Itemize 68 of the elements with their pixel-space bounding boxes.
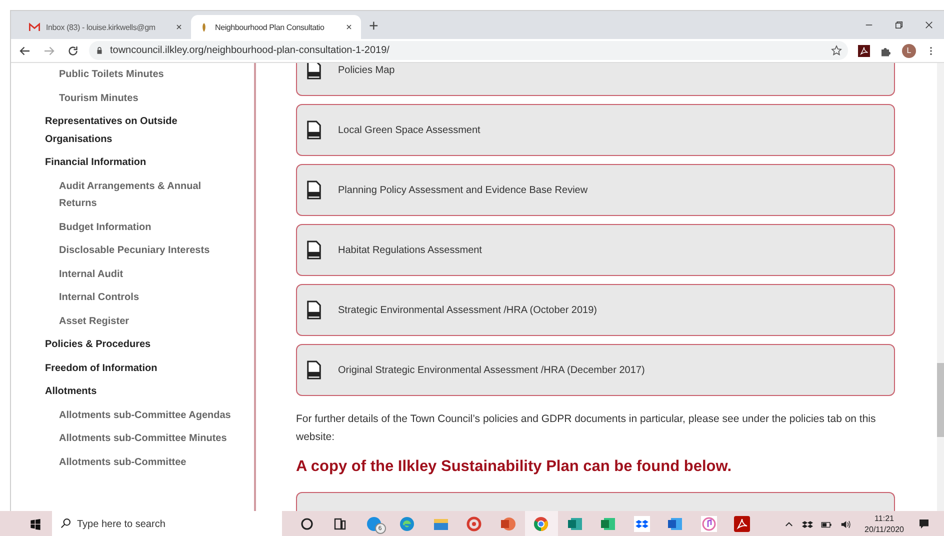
sidebar-link[interactable]: Disclosable Pecuniary Interests — [45, 239, 234, 262]
sidebar-link[interactable]: Asset Register — [45, 310, 234, 333]
close-icon — [924, 20, 934, 30]
pdf-file-icon — [306, 180, 322, 200]
sidebar-link[interactable]: Tourism Minutes — [45, 86, 234, 110]
pdf-file-icon — [306, 240, 322, 260]
slides-icon — [500, 516, 516, 532]
document-link[interactable]: Local Green Space Assessment — [296, 104, 895, 156]
publisher-icon — [566, 516, 583, 532]
browser-tab[interactable]: Neighbourhood Plan Consultatio — [191, 15, 361, 39]
sidebar-link[interactable]: Allotments sub-Committee Minutes — [45, 427, 234, 450]
sidebar-link[interactable]: Representatives on Outside Organisations — [45, 110, 234, 151]
spreadsheet-icon — [600, 516, 616, 532]
sidebar-link[interactable]: Internal Controls — [45, 286, 234, 310]
dropbox-icon — [634, 516, 650, 532]
document-link[interactable]: Strategic Environmental Assessment /HRA (October 2019) — [296, 284, 895, 336]
clock[interactable]: 11:21 20/11/2020 — [858, 513, 910, 535]
section-heading: A copy of the Ilkley Sustainability Plan can be found below. — [296, 458, 733, 476]
document-link[interactable]: Habitat Regulations Assessment — [296, 224, 895, 276]
profile-avatar[interactable]: L — [902, 44, 916, 58]
back-icon — [19, 44, 31, 56]
sidebar-link[interactable]: Audit Arrangements & Annual Returns — [45, 174, 234, 216]
lock-icon — [95, 46, 104, 55]
address-bar[interactable]: towncouncil.ilkley.org/neighbourhood-plan-consultation-1-2019/ — [89, 41, 848, 60]
document-link[interactable]: Original Strategic Environmental Assessment /HRA (December 2017) — [296, 344, 895, 396]
policies-note: For further details of the Town Council’s policies and GDPR documents in particular, please see under the policies tab on this website: — [296, 412, 876, 445]
forward-icon — [43, 44, 55, 56]
new-tab-button[interactable]: + — [361, 15, 386, 39]
sidebar-link[interactable]: Financial Information — [45, 151, 234, 174]
acrobat-icon — [858, 44, 870, 56]
notification-icon — [918, 518, 930, 530]
sidebar-link[interactable]: Allotments sub-Committee — [45, 450, 234, 474]
pdf-file-icon — [306, 120, 322, 140]
document-icon — [667, 516, 684, 532]
star-icon — [831, 45, 842, 56]
sidebar-link[interactable]: Public Toilets Minutes — [45, 63, 234, 86]
folder-icon — [432, 516, 449, 532]
reload-icon — [67, 44, 79, 56]
sidebar-link[interactable]: Internal Audit — [45, 262, 234, 286]
document-link[interactable]: Planning Policy Assessment and Evidence Base Review — [296, 164, 895, 216]
close-icon — [175, 23, 183, 31]
acrobat-icon — [734, 516, 750, 532]
dropbox-icon — [802, 518, 813, 530]
chrome-icon — [533, 516, 550, 532]
pdf-file-icon — [306, 300, 322, 320]
sidebar-link[interactable]: Allotments sub-Committee Agendas — [45, 404, 234, 427]
search-field[interactable]: Type here to search — [52, 511, 282, 536]
speaker-icon — [840, 518, 851, 530]
sidebar-link[interactable]: Policies & Procedures — [45, 333, 234, 356]
tab-title: Neighbourhood Plan Consultatio — [215, 22, 326, 32]
restore-icon — [894, 20, 904, 30]
tab-title: Inbox (83) - louise.kirkwells@gm — [46, 22, 156, 32]
sidebar-link[interactable]: Allotments — [45, 380, 234, 404]
cortana-icon — [298, 516, 315, 532]
windows-icon — [30, 518, 40, 530]
ring-icon — [466, 516, 482, 532]
sidebar-link[interactable]: Budget Information — [45, 216, 234, 239]
task-view-icon — [332, 516, 348, 532]
document-link[interactable]: Policies Map — [296, 63, 895, 96]
close-icon — [345, 23, 353, 31]
search-icon — [60, 518, 71, 529]
scrollbar[interactable] — [937, 63, 944, 511]
mail-icon — [29, 22, 40, 32]
pdf-file-icon — [306, 360, 322, 380]
sidebar-link[interactable]: Freedom of Information — [45, 356, 234, 380]
browser-tab[interactable]: Inbox (83) - louise.kirkwells@gm — [21, 15, 191, 39]
edge-icon — [399, 516, 416, 532]
music-icon — [700, 516, 717, 532]
